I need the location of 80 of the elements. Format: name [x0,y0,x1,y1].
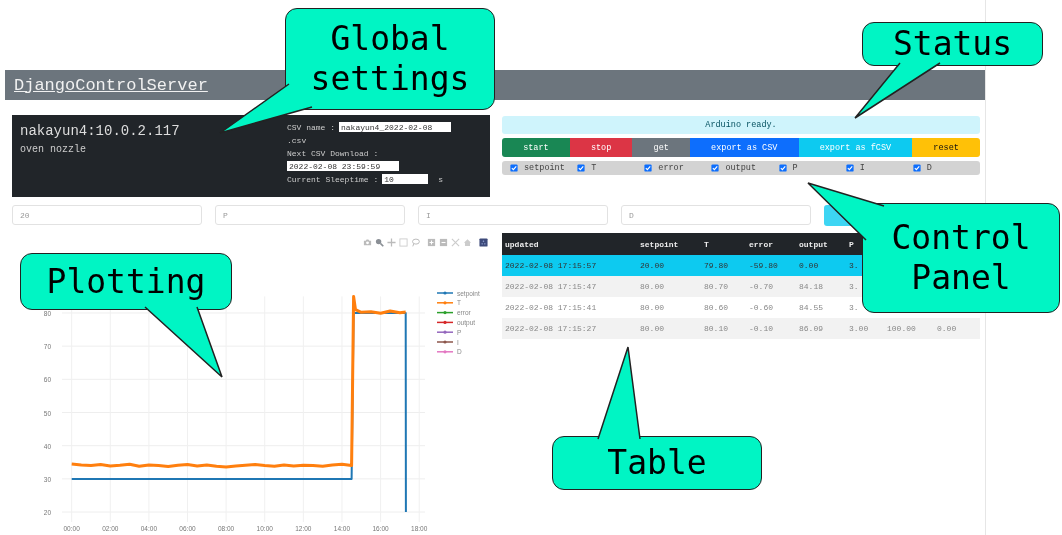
table-row[interactable]: 2022-02-08 17:15:27 80.00 80.10 -0.10 86.09 3.00 100.00 0.00 [502,318,980,339]
table-cell: 20.00 [640,261,664,270]
brand-link[interactable]: DjangoControlServer [14,75,208,95]
legend-swatch[interactable] [436,291,454,295]
input-field[interactable]: nakayun4_2022-02-08 [339,122,451,132]
input-field[interactable]: P [215,205,405,225]
table-cell: 80.10 [704,324,728,333]
table-cell: 2022-02-08 17:15:41 [505,303,597,312]
column-header: P [849,239,854,249]
device-description: oven nozzle [20,144,87,155]
action-button[interactable]: stop [569,138,633,157]
legend-swatch[interactable] [436,350,454,354]
table-cell: -0.10 [749,324,773,333]
checkbox[interactable] [845,164,854,172]
setting-label: Current Sleeptime : [287,174,379,184]
table-cell: -59.80 [749,261,778,270]
legend-swatch[interactable] [436,320,454,324]
checkbox-label: error [658,163,684,173]
table-cell: 3. [849,261,859,270]
checkbox[interactable] [577,164,586,172]
table-cell: 80.70 [704,282,728,291]
checkbox-label: I [859,163,865,173]
input-field[interactable]: 10 [382,174,429,184]
callout-tooltip: Global settings [285,8,495,110]
table-cell: 79.80 [704,261,728,270]
checkbox[interactable] [644,164,653,172]
table-cell: 2022-02-08 17:15:57 [505,261,597,270]
input-field[interactable]: I [418,205,608,225]
legend-swatch[interactable] [436,330,454,334]
checkbox-label: T [591,163,597,173]
checkbox[interactable] [778,164,787,172]
setting-label: Next CSV Download : [287,148,379,158]
table-cell: 80.00 [640,303,664,312]
logo-icon[interactable] [479,238,488,247]
table-cell: 3.00 [849,324,869,333]
checkbox[interactable] [711,164,720,172]
column-header: T [704,239,709,249]
unit-label: s [438,174,444,184]
table-cell: 100.00 [887,324,916,333]
column-header: error [749,239,773,249]
callout-tooltip: Control Panel [862,203,1060,313]
table-cell: 0.00 [799,261,819,270]
action-button[interactable]: export as CSV [690,138,799,157]
checkbox-label: setpoint [524,163,565,173]
table-cell: 0.00 [937,324,957,333]
checkbox-label: P [792,163,798,173]
input-field[interactable]: 20 [12,205,202,225]
action-button[interactable]: reset [912,138,980,157]
device-name: nakayun4:10.0.2.117 [20,123,181,139]
setting-label: CSV name : [287,122,335,132]
table-cell: 86.09 [799,324,823,333]
action-button[interactable]: get [632,138,690,157]
table-cell: 80.00 [640,324,664,333]
checkbox[interactable] [912,164,921,172]
checkbox-label: output [725,163,757,173]
column-header: setpoint [640,239,679,249]
file-extension: .csv [287,135,307,145]
column-header: updated [505,239,539,249]
legend-swatch[interactable] [436,340,454,344]
table-cell: 80.00 [640,282,664,291]
input-field[interactable]: 2022-02-08 23:59:59 [287,161,399,171]
checkbox[interactable] [510,164,518,172]
table-cell: -0.70 [749,282,773,291]
table-cell: 84.18 [799,282,823,291]
table-cell: 3. [849,303,859,312]
table-cell: 2022-02-08 17:15:27 [505,324,597,333]
table-cell: 2022-02-08 17:15:47 [505,282,597,291]
zoom-icon[interactable] [375,238,384,247]
input-field[interactable]: D [621,205,811,225]
table-cell: 84.55 [799,303,823,312]
legend-swatch[interactable] [436,301,454,305]
legend-swatch[interactable] [436,311,454,315]
status-message: Arduino ready. [502,116,980,134]
table-cell: 80.60 [704,303,728,312]
action-button[interactable]: start [502,138,570,157]
column-header: output [799,239,828,249]
table-cell: -0.60 [749,303,773,312]
table-cell: 3. [849,282,859,291]
checkbox-label: D [926,163,932,173]
callout-tooltip: Status [862,22,1043,66]
